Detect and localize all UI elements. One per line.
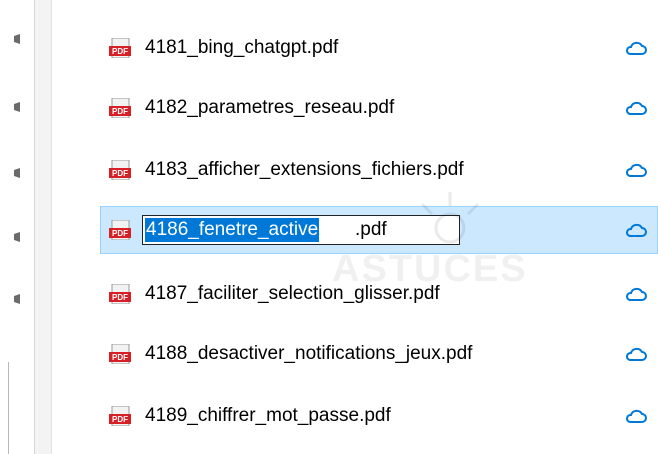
cloud-icon xyxy=(626,287,647,301)
pin-icon[interactable] xyxy=(2,290,24,306)
pdf-icon: PDF xyxy=(109,406,131,426)
pdf-icon: PDF xyxy=(109,160,131,180)
svg-text:PDF: PDF xyxy=(112,47,128,56)
file-name: 4183_afficher_extensions_fichiers.pdf xyxy=(145,159,464,180)
rename-selected-text: 4186_fenetre_active xyxy=(145,218,320,242)
pin-icon[interactable] xyxy=(2,30,24,46)
cloud-icon xyxy=(626,409,647,423)
rename-input[interactable]: 4186_fenetre_active .pdf xyxy=(142,215,460,245)
file-list: PDF 4181_bing_chatgpt.pdf PDF 4182_param… xyxy=(56,0,658,454)
file-name: 4187_faciliter_selection_glisser.pdf xyxy=(145,283,440,304)
file-row[interactable]: PDF 4181_bing_chatgpt.pdf xyxy=(100,24,658,72)
cloud-icon xyxy=(626,223,647,237)
cloud-icon xyxy=(626,101,647,115)
pdf-icon: PDF xyxy=(109,38,131,58)
navigation-pane xyxy=(0,0,34,454)
file-name: 4182_parametres_reseau.pdf xyxy=(145,97,395,118)
pin-icon[interactable] xyxy=(2,164,24,180)
pin-icon[interactable] xyxy=(2,228,24,244)
cloud-icon xyxy=(626,347,647,361)
divider xyxy=(8,362,9,454)
file-row[interactable]: PDF 4188_desactiver_notifications_jeux.p… xyxy=(100,330,658,378)
rename-extension-text: .pdf xyxy=(355,219,387,240)
file-name: 4181_bing_chatgpt.pdf xyxy=(145,37,339,58)
svg-text:PDF: PDF xyxy=(112,169,128,178)
svg-text:PDF: PDF xyxy=(112,353,128,362)
svg-text:PDF: PDF xyxy=(112,107,128,116)
file-row[interactable]: PDF 4183_afficher_extensions_fichiers.pd… xyxy=(100,146,658,194)
file-row[interactable]: PDF 4189_chiffrer_mot_passe.pdf xyxy=(100,392,658,440)
cloud-icon xyxy=(626,163,647,177)
pane-splitter[interactable] xyxy=(34,0,52,454)
file-row[interactable]: PDF 4182_parametres_reseau.pdf xyxy=(100,84,658,132)
pin-icon[interactable] xyxy=(2,98,24,114)
pdf-icon: PDF xyxy=(109,344,131,364)
svg-text:PDF: PDF xyxy=(112,293,128,302)
svg-text:PDF: PDF xyxy=(112,229,128,238)
svg-text:PDF: PDF xyxy=(112,415,128,424)
pdf-icon: PDF xyxy=(109,284,131,304)
pdf-icon: PDF xyxy=(109,98,131,118)
pdf-icon: PDF xyxy=(109,220,131,240)
file-name: 4188_desactiver_notifications_jeux.pdf xyxy=(145,343,473,364)
cloud-icon xyxy=(626,41,647,55)
file-name: 4189_chiffrer_mot_passe.pdf xyxy=(145,405,391,426)
file-row[interactable]: PDF 4187_faciliter_selection_glisser.pdf xyxy=(100,270,658,318)
file-row-selected[interactable]: PDF 4186_fenetre_active .pdf xyxy=(100,206,658,254)
